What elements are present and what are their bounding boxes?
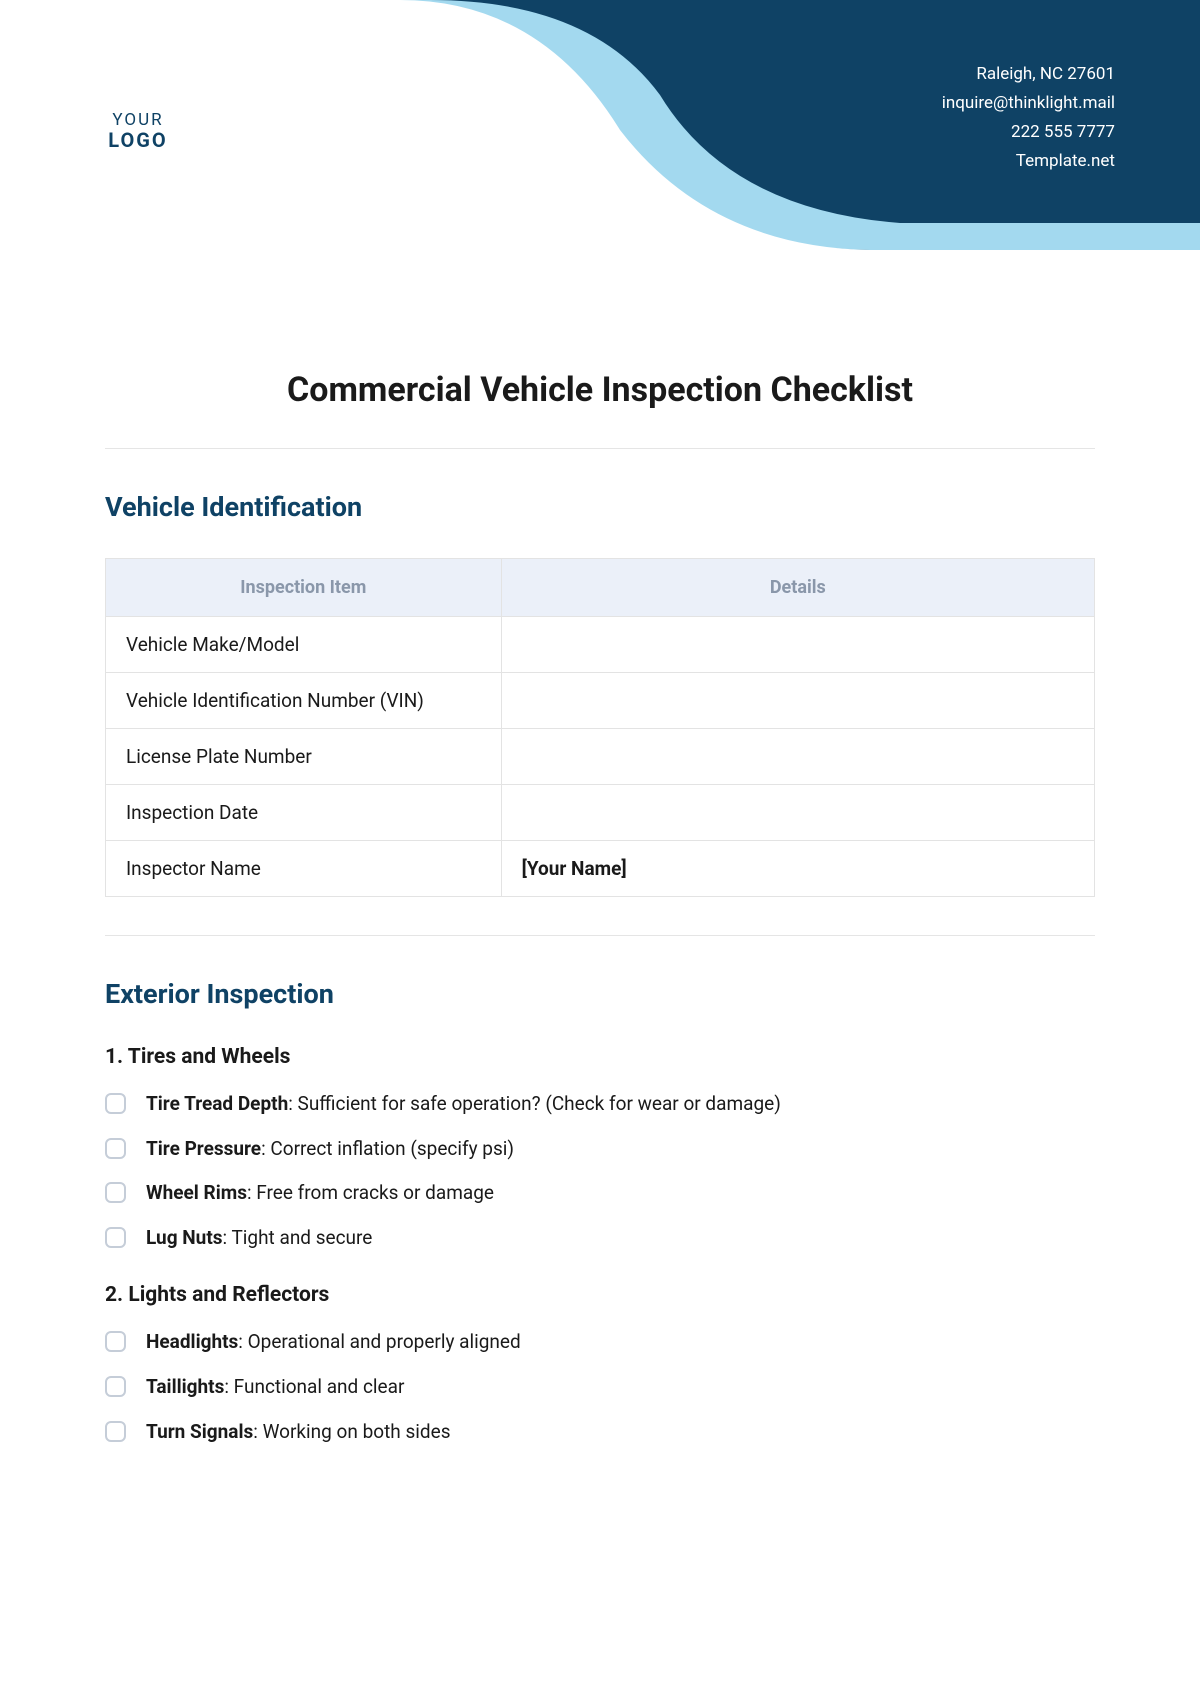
cell-item: License Plate Number [106,729,502,785]
table-header-item: Inspection Item [106,559,502,617]
section-vehicle-identification: Vehicle Identification [105,491,1095,523]
cell-details[interactable] [501,785,1094,841]
contact-location: Raleigh, NC 27601 [942,60,1115,89]
cell-details[interactable] [501,729,1094,785]
checkbox-icon[interactable] [105,1376,126,1397]
checkbox-icon[interactable] [105,1227,126,1248]
list-item: Wheel Rims: Free from cracks or damage [105,1180,1095,1207]
subsection-lights-reflectors: 2. Lights and Reflectors [105,1283,1095,1307]
cell-details[interactable] [501,673,1094,729]
logo-placeholder: YOUR LOGO [75,68,201,194]
list-item: Taillights: Functional and clear [105,1374,1095,1401]
contact-phone: 222 555 7777 [942,118,1115,147]
page-title: Commercial Vehicle Inspection Checklist [105,370,1095,410]
checklist-lights-reflectors: Headlights: Operational and properly ali… [105,1329,1095,1445]
table-row: Inspection Date [106,785,1095,841]
check-label: Tire Pressure [146,1137,261,1160]
checkbox-icon[interactable] [105,1138,126,1159]
check-label: Tire Tread Depth [146,1092,288,1115]
check-label: Headlights [146,1330,238,1353]
cell-item: Vehicle Identification Number (VIN) [106,673,502,729]
table-row: License Plate Number [106,729,1095,785]
logo-text-bottom: LOGO [108,128,167,152]
check-label: Wheel Rims [146,1181,247,1204]
section-exterior-inspection: Exterior Inspection [105,978,1095,1010]
table-row: Vehicle Identification Number (VIN) [106,673,1095,729]
table-row: Vehicle Make/Model [106,617,1095,673]
checklist-tires-wheels: Tire Tread Depth: Sufficient for safe op… [105,1091,1095,1251]
header-contact-block: Raleigh, NC 27601 inquire@thinklight.mai… [942,60,1115,176]
table-row: Inspector Name [Your Name] [106,841,1095,897]
divider [105,448,1095,449]
checkbox-icon[interactable] [105,1182,126,1203]
divider [105,935,1095,936]
subsection-tires-wheels: 1. Tires and Wheels [105,1045,1095,1069]
cell-item: Vehicle Make/Model [106,617,502,673]
check-label: Turn Signals [146,1420,253,1443]
checkbox-icon[interactable] [105,1421,126,1442]
check-label: Taillights [146,1375,224,1398]
list-item: Tire Tread Depth: Sufficient for safe op… [105,1091,1095,1118]
contact-email: inquire@thinklight.mail [942,89,1115,118]
check-desc: : Operational and properly aligned [238,1330,520,1353]
logo-text-top: YOUR [112,110,163,130]
cell-details[interactable] [501,617,1094,673]
contact-site: Template.net [942,147,1115,176]
checkbox-icon[interactable] [105,1331,126,1352]
check-desc: : Working on both sides [253,1420,450,1443]
checkbox-icon[interactable] [105,1093,126,1114]
cell-item: Inspection Date [106,785,502,841]
list-item: Lug Nuts: Tight and secure [105,1225,1095,1252]
check-label: Lug Nuts [146,1226,223,1249]
table-header-details: Details [501,559,1094,617]
check-desc: : Tight and secure [223,1226,373,1249]
cell-details[interactable]: [Your Name] [501,841,1094,897]
check-desc: : Functional and clear [224,1375,404,1398]
check-desc: : Sufficient for safe operation? (Check … [288,1092,781,1115]
list-item: Turn Signals: Working on both sides [105,1419,1095,1446]
check-desc: : Free from cracks or damage [247,1181,494,1204]
list-item: Tire Pressure: Correct inflation (specif… [105,1136,1095,1163]
check-desc: : Correct inflation (specify psi) [261,1137,514,1160]
list-item: Headlights: Operational and properly ali… [105,1329,1095,1356]
vehicle-identification-table: Inspection Item Details Vehicle Make/Mod… [105,558,1095,897]
cell-item: Inspector Name [106,841,502,897]
